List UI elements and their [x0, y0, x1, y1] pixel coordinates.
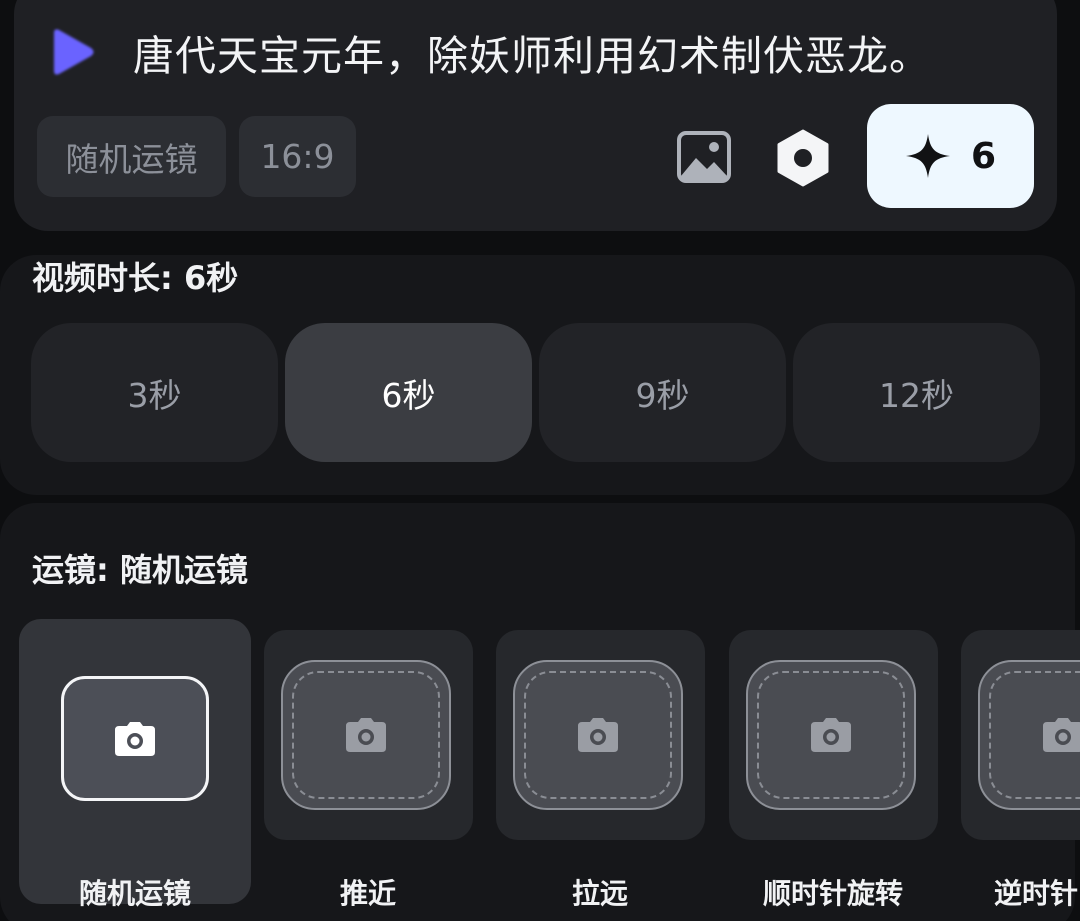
camera-option-label: 拉远 — [571, 877, 629, 910]
prompt-text[interactable]: 唐代天宝元年，除妖师利用幻术制伏恶龙。 — [133, 28, 931, 84]
camera-option-thumbnail — [281, 660, 451, 810]
camera-icon — [578, 718, 618, 752]
camera-option-random[interactable] — [19, 619, 251, 904]
camera-option-label: 随机运镜 — [78, 877, 192, 910]
camera-option-pull-out[interactable] — [496, 630, 705, 840]
duration-option-3s[interactable]: 3秒 — [31, 323, 278, 462]
settings-hexagon-icon[interactable] — [775, 129, 831, 187]
camera-option-thumbnail — [513, 660, 683, 810]
camera-option-thumbnail — [746, 660, 916, 810]
camera-movement-title: 运镜: 随机运镜 — [32, 551, 248, 589]
camera-option-clockwise[interactable] — [729, 630, 938, 840]
sparkle-icon — [905, 134, 950, 178]
camera-option-label: 推近 — [339, 877, 397, 910]
camera-option-label: 逆时针 — [994, 877, 1079, 910]
camera-icon — [346, 718, 386, 752]
duration-option-6s[interactable]: 6秒 — [285, 323, 532, 462]
duration-title: 视频时长: 6秒 — [32, 259, 239, 297]
aspect-ratio-chip[interactable]: 16:9 — [239, 116, 356, 197]
camera-icon — [1043, 718, 1080, 752]
play-icon — [54, 29, 94, 75]
camera-icon — [811, 718, 851, 752]
camera-option-push-in[interactable] — [264, 630, 473, 840]
camera-option-thumbnail — [61, 676, 209, 801]
camera-movement-chip[interactable]: 随机运镜 — [37, 116, 226, 197]
credit-count: 6 — [970, 135, 997, 177]
video-settings-screen: 唐代天宝元年，除妖师利用幻术制伏恶龙。 随机运镜 16:9 6 视频时长: 6秒… — [0, 0, 1080, 921]
camera-option-label: 顺时针旋转 — [762, 877, 904, 910]
camera-icon — [115, 721, 155, 756]
image-upload-icon[interactable] — [676, 130, 732, 184]
duration-option-12s[interactable]: 12秒 — [793, 323, 1040, 462]
duration-option-9s[interactable]: 9秒 — [539, 323, 786, 462]
camera-option-counterclockwise[interactable] — [961, 630, 1080, 840]
generate-button[interactable]: 6 — [867, 104, 1034, 208]
camera-option-thumbnail — [978, 660, 1080, 810]
